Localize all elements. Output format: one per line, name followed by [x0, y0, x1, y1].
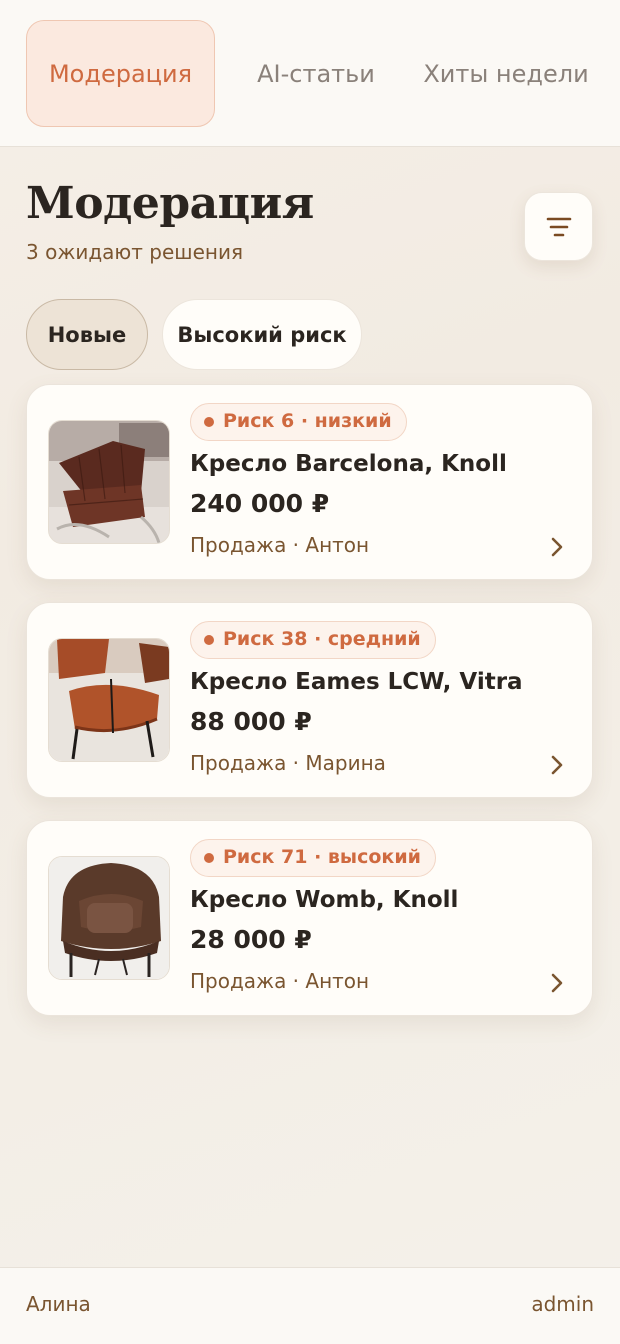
risk-label: Риск 71 · высокий [223, 846, 421, 868]
risk-label: Риск 6 · низкий [223, 410, 392, 432]
risk-label: Риск 38 · средний [223, 628, 421, 650]
filter-chip-new[interactable]: Новые [26, 299, 148, 370]
item-price: 88 000 ₽ [190, 707, 312, 736]
barcelona-chair-photo [48, 420, 170, 544]
risk-badge: Риск 71 · высокий [190, 839, 436, 877]
item-meta: Продажа · Антон [190, 533, 370, 557]
risk-dot-icon [204, 417, 214, 427]
risk-badge: Риск 38 · средний [190, 621, 436, 659]
womb-chair-photo [48, 856, 170, 980]
chevron-right-icon [551, 755, 563, 775]
tab-weekly-hits[interactable]: Хиты недели [418, 20, 594, 127]
risk-dot-icon [204, 635, 214, 645]
page-title: Модерация [26, 178, 314, 229]
eames-lcw-chair-photo [48, 638, 170, 762]
risk-badge: Риск 6 · низкий [190, 403, 407, 441]
tab-moderation[interactable]: Модерация [26, 20, 215, 127]
item-title: Кресло Womb, Knoll [190, 887, 459, 913]
risk-dot-icon [204, 853, 214, 863]
item-meta: Продажа · Марина [190, 751, 386, 775]
chevron-right-icon [551, 537, 563, 557]
user-role: admin [531, 1292, 594, 1316]
item-price: 240 000 ₽ [190, 489, 330, 518]
moderation-card[interactable]: Риск 6 · низкий Кресло Barcelona, Knoll … [26, 384, 593, 580]
chevron-right-icon [551, 973, 563, 993]
user-name[interactable]: Алина [26, 1292, 91, 1316]
top-tab-bar: Модерация AI-статьи Хиты недели [0, 0, 620, 147]
moderation-card[interactable]: Риск 38 · средний Кресло Eames LCW, Vitr… [26, 602, 593, 798]
item-title: Кресло Barcelona, Knoll [190, 451, 507, 477]
item-price: 28 000 ₽ [190, 925, 312, 954]
filter-chip-high-risk[interactable]: Высокий риск [162, 299, 362, 370]
item-title: Кресло Eames LCW, Vitra [190, 669, 523, 695]
bottom-bar: Алина admin [0, 1267, 620, 1344]
filter-button[interactable] [524, 192, 593, 261]
pending-count: 3 ожидают решения [26, 240, 243, 264]
tab-ai-articles[interactable]: AI-статьи [228, 20, 404, 127]
moderation-card[interactable]: Риск 71 · высокий Кресло Womb, Knoll 28 … [26, 820, 593, 1016]
sliders-icon [546, 217, 571, 236]
item-meta: Продажа · Антон [190, 969, 370, 993]
